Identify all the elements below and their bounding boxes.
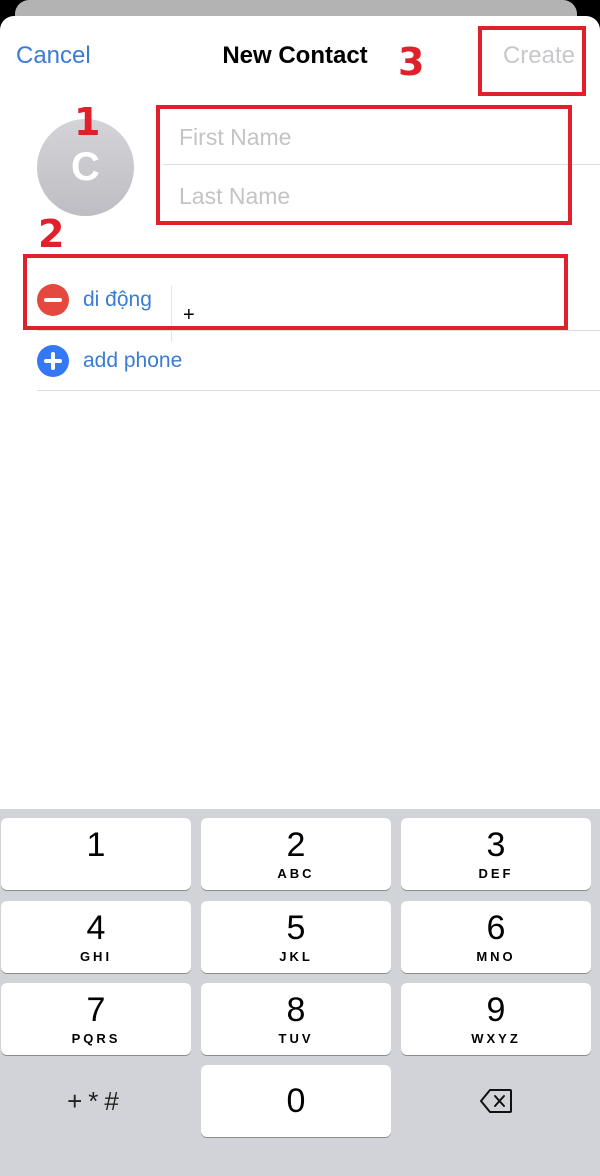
phone-keypad: 1 2 ABC 3 DEF 4 GHI 5 JKL 6 MNO 7 PQRS 8 TUV 9W… [0,809,600,1176]
key-6[interactable]: 6 MNO [401,901,591,973]
annotation-number: 2 [38,212,65,256]
key-3[interactable]: 3 DEF [401,818,591,890]
key-0[interactable]: 0 [201,1065,391,1137]
add-phone-icon[interactable] [37,345,69,377]
divider [37,330,600,331]
key-7[interactable]: 7 PQRS [1,983,191,1055]
annotation-number: 1 [74,100,101,144]
delete-key[interactable] [401,1065,591,1137]
backspace-icon [480,1089,512,1113]
key-2[interactable]: 2 ABC [201,818,391,890]
key-1[interactable]: 1 [1,818,191,890]
annotation-box-name [156,105,572,225]
add-phone-label[interactable]: add phone [83,349,182,373]
annotation-box-phone [23,254,568,330]
key-5[interactable]: 5 JKL [201,901,391,973]
key-8[interactable]: 8 TUV [201,983,391,1055]
key-9[interactable]: 9 WXYZ [401,983,591,1055]
avatar-initial: C [71,145,100,189]
key-4[interactable]: 4 GHI [1,901,191,973]
symbols-key[interactable]: +*# [1,1065,191,1137]
divider [37,390,600,391]
add-phone-row[interactable]: add phone [37,345,182,377]
annotation-number: 3 [398,40,425,84]
annotation-box-create [478,26,586,96]
